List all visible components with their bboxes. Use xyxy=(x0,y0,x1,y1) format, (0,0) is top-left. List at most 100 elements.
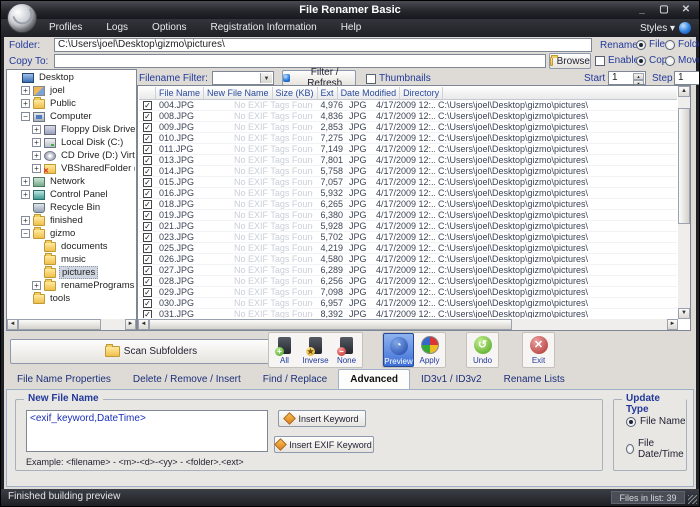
row-checkbox[interactable]: ✓ xyxy=(143,233,152,242)
tree-item-label[interactable]: Network xyxy=(48,176,87,187)
filter-refresh-button[interactable]: Filter / Refresh xyxy=(282,70,356,86)
tree-expander[interactable]: + xyxy=(21,99,30,108)
table-row[interactable]: ✓ 016.JPG No EXIF Tags Found 5,932 JPG 4… xyxy=(139,188,677,199)
copy-radio[interactable] xyxy=(636,56,646,66)
table-row[interactable]: ✓ 009.JPG No EXIF Tags Found 2,853 JPG 4… xyxy=(139,122,677,133)
exit-button[interactable]: ✕ Exit xyxy=(523,333,554,367)
move-radio[interactable] xyxy=(665,56,675,66)
table-row[interactable]: ✓ 029.JPG No EXIF Tags Found 7,098 JPG 4… xyxy=(139,287,677,298)
step-input[interactable]: 1 ▲▼ xyxy=(674,71,700,85)
tree-item-label[interactable]: documents xyxy=(59,241,109,252)
tree-horizontal-scrollbar[interactable]: ◄ ► xyxy=(7,319,136,330)
tree-item[interactable]: + Local Disk (C:) xyxy=(8,136,135,149)
tree-expander[interactable]: + xyxy=(32,138,41,147)
tree-item-label[interactable]: CD Drive (D:) VirtualBox Guest xyxy=(59,150,135,161)
scroll-down-icon[interactable]: ▼ xyxy=(678,308,690,319)
row-checkbox[interactable]: ✓ xyxy=(143,156,152,165)
row-checkbox[interactable]: ✓ xyxy=(143,178,152,187)
row-checkbox[interactable]: ✓ xyxy=(143,266,152,275)
scroll-right-icon[interactable]: ► xyxy=(125,319,136,330)
scroll-up-icon[interactable]: ▲ xyxy=(678,86,690,97)
tree-item[interactable]: − Computer xyxy=(8,110,135,123)
row-checkbox[interactable]: ✓ xyxy=(143,244,152,253)
row-checkbox[interactable]: ✓ xyxy=(143,310,152,318)
table-row[interactable]: ✓ 008.JPG No EXIF Tags Found 4,836 JPG 4… xyxy=(139,111,677,122)
tree-item[interactable]: documents xyxy=(8,240,135,253)
table-row[interactable]: ✓ 004.JPG No EXIF Tags Found 4,976 JPG 4… xyxy=(139,100,677,111)
row-checkbox[interactable]: ✓ xyxy=(143,200,152,209)
tree-item[interactable]: Recycle Bin xyxy=(8,201,135,214)
filename-filter-select[interactable]: ▼ xyxy=(212,71,274,85)
apply-button[interactable]: Apply xyxy=(414,333,445,367)
enable-checkbox[interactable] xyxy=(595,56,605,66)
tree-item[interactable]: pictures xyxy=(8,266,135,279)
tree-item-label[interactable]: pictures xyxy=(59,266,98,279)
tree-expander[interactable]: + xyxy=(32,164,41,173)
close-button[interactable]: ✕ xyxy=(679,3,693,16)
maximize-button[interactable]: ▢ xyxy=(657,3,671,16)
tree-expander[interactable]: + xyxy=(21,216,30,225)
tree-item-label[interactable]: gizmo xyxy=(48,228,77,239)
tree-expander[interactable]: + xyxy=(21,86,30,95)
tree-expander[interactable]: + xyxy=(32,151,41,160)
folders-radio[interactable] xyxy=(665,40,675,50)
tree-item[interactable]: + VBSharedFolder (\\vboxsvr) (Z xyxy=(8,162,135,175)
tree-expander[interactable]: + xyxy=(32,125,41,134)
resize-grip[interactable] xyxy=(688,495,697,504)
table-row[interactable]: ✓ 030.JPG No EXIF Tags Found 6,957 JPG 4… xyxy=(139,298,677,309)
tree-item-label[interactable]: Desktop xyxy=(37,72,76,83)
row-checkbox[interactable]: ✓ xyxy=(143,277,152,286)
scroll-left-icon[interactable]: ◄ xyxy=(138,319,149,330)
tree-item[interactable]: + finished xyxy=(8,214,135,227)
tab[interactable]: Rename Lists xyxy=(493,370,576,389)
tab[interactable]: File Name Properties xyxy=(6,370,122,389)
tree-item[interactable]: + CD Drive (D:) VirtualBox Guest xyxy=(8,149,135,162)
column-header[interactable]: File Name xyxy=(156,87,204,99)
table-row[interactable]: ✓ 023.JPG No EXIF Tags Found 5,702 JPG 4… xyxy=(139,232,677,243)
tree-item[interactable]: Desktop xyxy=(8,71,135,84)
tree-expander[interactable]: + xyxy=(32,281,41,290)
row-checkbox[interactable]: ✓ xyxy=(143,145,152,154)
tree-item-label[interactable]: renamePrograms xyxy=(59,280,135,291)
table-row[interactable]: ✓ 011.JPG No EXIF Tags Found 7,149 JPG 4… xyxy=(139,144,677,155)
menu-item[interactable]: Help xyxy=(329,22,374,33)
table-row[interactable]: ✓ 013.JPG No EXIF Tags Found 7,801 JPG 4… xyxy=(139,155,677,166)
table-hscroll-thumb[interactable] xyxy=(149,319,512,330)
tree-item-label[interactable]: Floppy Disk Drive (A:) xyxy=(59,124,135,135)
tree-item-label[interactable]: finished xyxy=(48,215,85,226)
row-checkbox[interactable]: ✓ xyxy=(143,123,152,132)
tab[interactable]: Find / Replace xyxy=(252,370,338,389)
table-row[interactable]: ✓ 026.JPG No EXIF Tags Found 4,580 JPG 4… xyxy=(139,254,677,265)
start-up-icon[interactable]: ▲ xyxy=(633,73,644,80)
rename-folders-option[interactable]: Folders xyxy=(665,39,700,50)
table-row[interactable]: ✓ 025.JPG No EXIF Tags Found 4,219 JPG 4… xyxy=(139,243,677,254)
insert-exif-keyword-button[interactable]: Insert EXIF Keyword xyxy=(274,436,374,453)
header-checkbox-column[interactable] xyxy=(139,87,156,99)
table-row[interactable]: ✓ 028.JPG No EXIF Tags Found 6,256 JPG 4… xyxy=(139,276,677,287)
row-checkbox[interactable]: ✓ xyxy=(143,134,152,143)
tree-expander[interactable]: − xyxy=(21,229,30,238)
table-vscroll-thumb[interactable] xyxy=(678,108,690,224)
table-vertical-scrollbar[interactable]: ▲ ▼ xyxy=(678,86,690,319)
row-checkbox[interactable]: ✓ xyxy=(143,255,152,264)
tab[interactable]: Advanced xyxy=(338,369,410,389)
tree-item[interactable]: + renamePrograms xyxy=(8,279,135,292)
tree-item-label[interactable]: Public xyxy=(48,98,78,109)
tab[interactable]: Delete / Remove / Insert xyxy=(122,370,252,389)
tree-item[interactable]: + Floppy Disk Drive (A:) xyxy=(8,123,135,136)
file-datetime-radio[interactable] xyxy=(626,444,634,454)
column-header[interactable]: New File Name xyxy=(204,87,273,99)
tree-item-label[interactable]: Control Panel xyxy=(48,189,110,200)
menu-item[interactable]: Options xyxy=(140,22,198,33)
table-row[interactable]: ✓ 027.JPG No EXIF Tags Found 6,289 JPG 4… xyxy=(139,265,677,276)
column-header[interactable]: Date Modified xyxy=(338,87,401,99)
pattern-textarea[interactable]: <exif_keyword,DateTime> xyxy=(26,410,268,452)
tree-expander[interactable]: + xyxy=(21,190,30,199)
folder-input[interactable]: C:\Users\joel\Desktop\gizmo\pictures\ xyxy=(54,38,592,52)
tree-item[interactable]: + Control Panel xyxy=(8,188,135,201)
menu-item[interactable]: Logs xyxy=(94,22,140,33)
copyto-input[interactable] xyxy=(54,54,546,68)
tree-item[interactable]: + joel xyxy=(8,84,135,97)
row-checkbox[interactable]: ✓ xyxy=(143,299,152,308)
tree-item-label[interactable]: Recycle Bin xyxy=(48,202,102,213)
